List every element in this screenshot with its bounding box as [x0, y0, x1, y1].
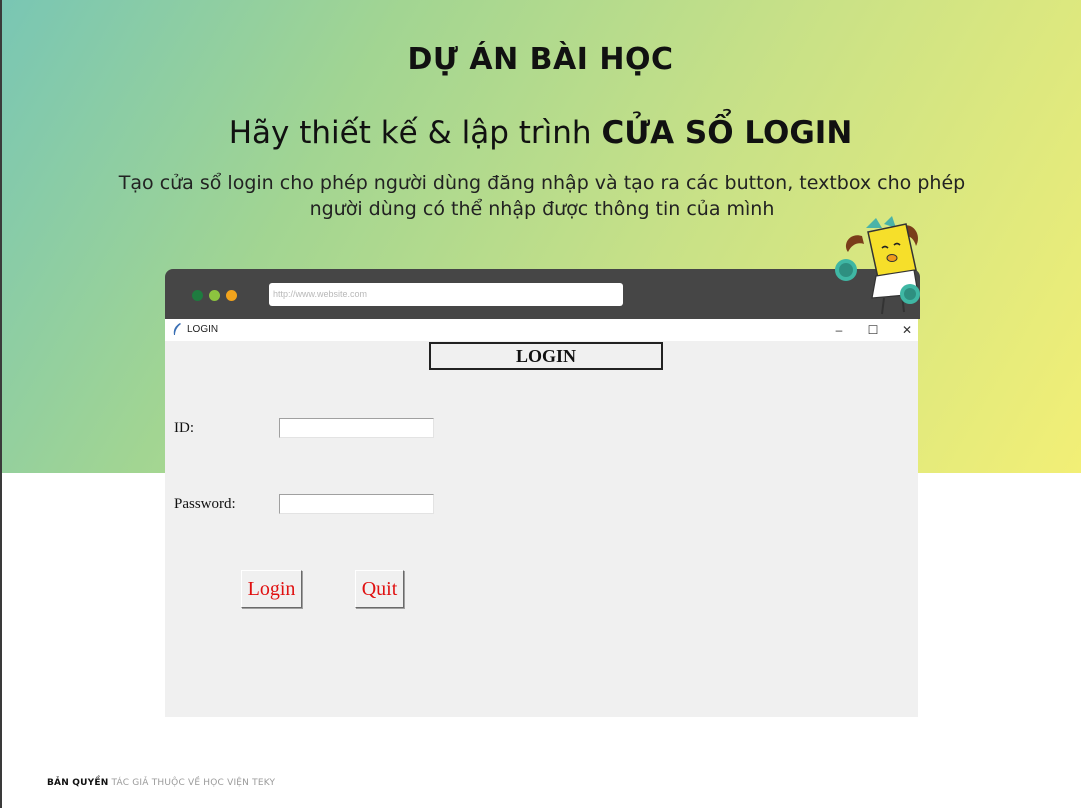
window-title: LOGIN [187, 324, 219, 335]
mascot-icon [835, 216, 920, 315]
browser-bar: http://www.website.com [165, 269, 920, 319]
subtitle-prefix: Hãy thiết kế & lập trình [228, 115, 602, 151]
copyright-bold: BẢN QUYỀN [47, 778, 109, 788]
close-button[interactable]: ✕ [890, 319, 924, 341]
login-heading: LOGIN [429, 342, 663, 370]
password-input[interactable] [279, 494, 434, 514]
window-titlebar[interactable]: LOGIN – ☐ ✕ [165, 319, 918, 341]
slide-title: DỰ ÁN BÀI HỌC [407, 42, 674, 77]
id-label: ID: [174, 420, 194, 436]
description-line-1: Tạo cửa sổ login cho phép người dùng đăn… [118, 172, 966, 194]
copyright-text: TÁC GIẢ THUỘC VỀ HỌC VIỆN TEKY [108, 778, 276, 788]
minimize-dot-icon[interactable] [209, 290, 220, 301]
close-dot-icon[interactable] [192, 290, 203, 301]
login-window: LOGIN – ☐ ✕ LOGIN ID: Password: Login Qu… [165, 319, 918, 717]
id-input[interactable] [279, 418, 434, 438]
copyright-footer: BẢN QUYỀN TÁC GIẢ THUỘC VỀ HỌC VIỆN TEKY [47, 778, 275, 788]
address-bar[interactable]: http://www.website.com [269, 283, 623, 306]
quit-button[interactable]: Quit [355, 570, 404, 608]
minimize-button[interactable]: – [822, 319, 856, 341]
feather-icon [173, 323, 181, 335]
maximize-button[interactable]: ☐ [856, 319, 890, 341]
password-label: Password: [174, 496, 236, 512]
slide-subtitle: Hãy thiết kế & lập trình CỬA SỔ LOGIN [0, 115, 1081, 151]
zoom-dot-icon[interactable] [226, 290, 237, 301]
subtitle-bold: CỬA SỔ LOGIN [601, 115, 853, 151]
login-button[interactable]: Login [241, 570, 302, 608]
